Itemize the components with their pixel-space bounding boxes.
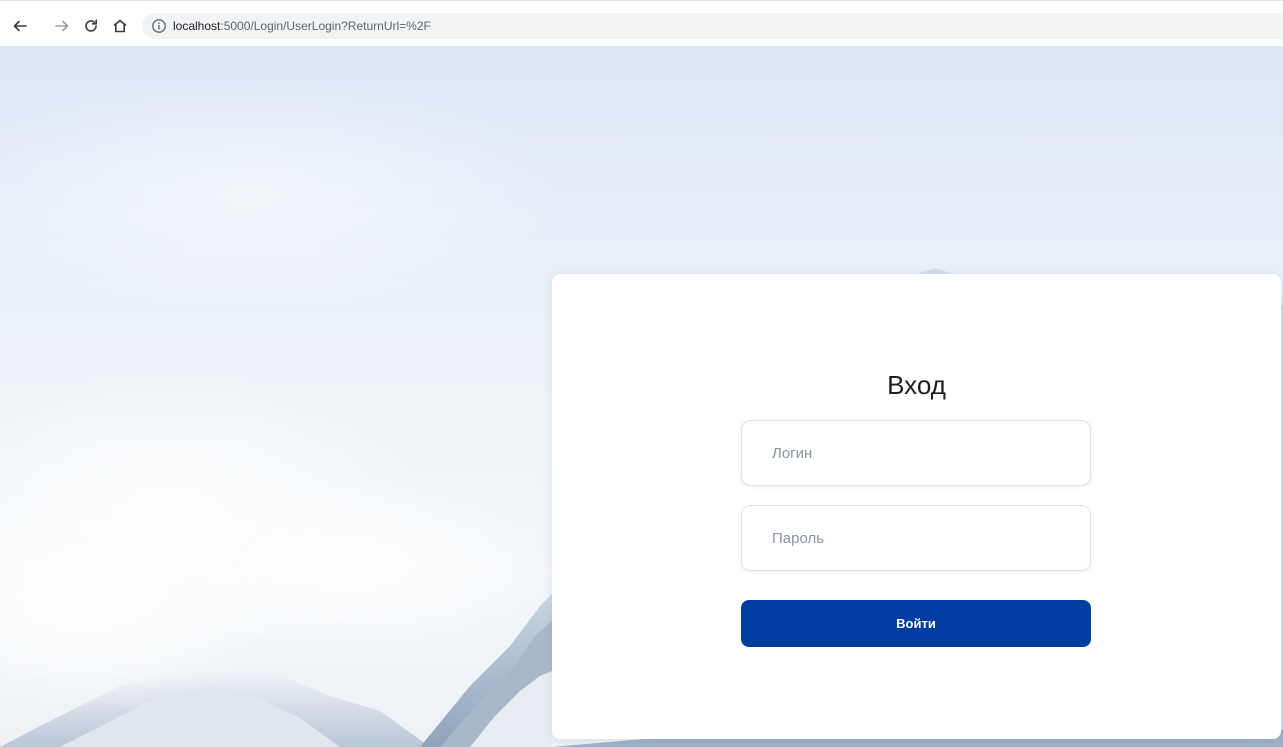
address-bar[interactable]: localhost:5000/Login/UserLogin?ReturnUrl… [142, 13, 1283, 39]
browser-toolbar: localhost:5000/Login/UserLogin?ReturnUrl… [0, 0, 1283, 46]
url-host: localhost [173, 19, 221, 33]
login-card: Вход Войти [552, 274, 1281, 739]
url-path: :5000/Login/UserLogin?ReturnUrl=%2F [220, 19, 431, 33]
info-icon[interactable] [151, 18, 167, 34]
forward-arrow-icon[interactable] [51, 15, 73, 37]
password-input[interactable] [741, 505, 1091, 571]
login-title: Вход [887, 370, 946, 400]
login-submit-button[interactable]: Войти [741, 600, 1091, 647]
login-input[interactable] [741, 420, 1091, 486]
home-icon[interactable] [109, 15, 131, 37]
reload-icon[interactable] [80, 15, 102, 37]
address-url[interactable]: localhost:5000/Login/UserLogin?ReturnUrl… [173, 19, 431, 33]
back-arrow-icon[interactable] [9, 15, 31, 37]
